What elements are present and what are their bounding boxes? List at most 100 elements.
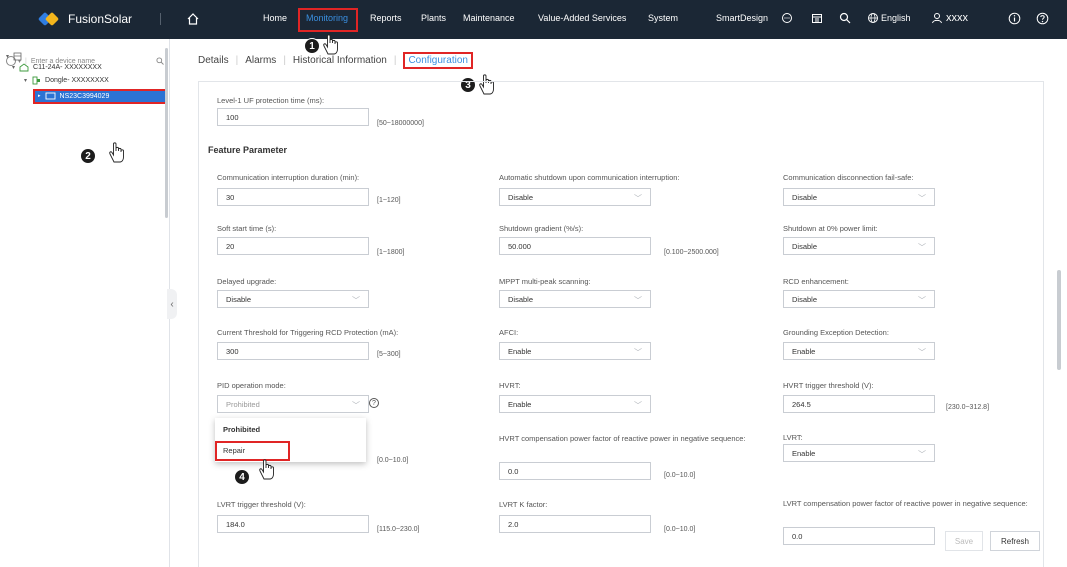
chevron-down-icon: ﹀ [634,401,642,410]
hvrt-select[interactable]: Enable ﹀ [499,395,651,413]
nav-system[interactable]: System [648,13,678,23]
chevron-right-icon[interactable]: ▸ [38,93,41,99]
chevron-down-icon: ﹀ [918,348,926,357]
mppt-scanning-select[interactable]: Disable ﹀ [499,290,651,308]
home-icon[interactable] [186,12,200,26]
language-selector[interactable]: English [881,13,911,23]
field-label: HVRT: [499,381,521,390]
tab-details[interactable]: Details [198,55,229,66]
help-icon[interactable] [1035,11,1049,25]
divider [160,13,161,25]
chevron-down-icon: ﹀ [918,450,926,459]
search-icon[interactable] [156,57,164,65]
field-label: AFCI: [499,328,519,337]
section-title: Feature Parameter [208,145,288,155]
search-icon[interactable] [838,11,852,25]
nav-home[interactable]: Home [263,13,287,23]
save-button[interactable]: Save [945,531,983,551]
username[interactable]: xxxx [946,12,968,24]
sidebar-scrollbar[interactable] [165,48,168,218]
tab-historical-information[interactable]: Historical Information [293,55,387,66]
tree-plant-label: C11-24A- XXXXXXXX [33,64,102,71]
nav-value-added-services[interactable]: Value-Added Services [538,13,626,23]
field-label: Delayed upgrade: [217,277,277,286]
shutdown-gradient-input[interactable]: 50.000 [499,237,651,255]
chevron-down-icon: ﹀ [918,243,926,252]
uf-protection-time-input[interactable]: 100 [217,108,369,126]
option-prohibited[interactable]: Prohibited [223,425,260,434]
repair-highlight-box [215,441,290,461]
calendar-icon[interactable] [810,11,824,25]
monitoring-highlight-box [298,8,358,32]
app-name: FusionSolar [68,12,133,26]
chat-icon[interactable] [780,11,794,25]
dongle-icon [32,76,41,85]
field-label: LVRT trigger threshold (V): [217,500,306,509]
tree-dongle[interactable]: ▾ Dongle- XXXXXXXX [24,76,109,85]
configuration-panel [198,81,1044,567]
field-label: LVRT: [783,433,803,442]
grounding-detection-select[interactable]: Enable ﹀ [783,342,935,360]
field-range: [115.0~230.0] [377,526,420,533]
field-label: Grounding Exception Detection: [783,328,889,337]
chevron-down-icon[interactable]: ▾ [12,64,15,71]
comm-fail-safe-select[interactable]: Disable ﹀ [783,188,935,206]
lvrt-compensation-input[interactable]: 0.0 [783,527,935,545]
auto-shutdown-select[interactable]: Disable ﹀ [499,188,651,206]
field-label: RCD enhancement: [783,277,849,286]
tree-inverter[interactable]: ▸ NS23C3994029 [38,92,109,100]
field-label: Shutdown at 0% power limit: [783,224,878,233]
info-icon[interactable] [1007,11,1021,25]
chevron-down-icon[interactable]: ▾ [6,53,9,60]
shutdown-zero-power-select[interactable]: Disable ﹀ [783,237,935,255]
hvrt-trigger-threshold-input[interactable]: 264.5 [783,395,935,413]
field-range: [5~300] [377,351,401,358]
lvrt-trigger-threshold-input[interactable]: 184.0 [217,515,369,533]
field-label: Communication disconnection fail-safe: [783,173,914,182]
rcd-enhancement-select[interactable]: Disable ﹀ [783,290,935,308]
user-icon[interactable] [930,11,944,25]
tree-root[interactable]: ▾ [6,52,22,61]
pointer-hand-icon [259,459,274,480]
field-label: Shutdown gradient (%/s): [499,224,584,233]
lvrt-k-factor-input[interactable]: 2.0 [499,515,651,533]
collapse-sidebar-button[interactable]: ‹ [167,289,177,319]
field-label: MPPT multi-peak scanning: [499,277,591,286]
tab-alarms[interactable]: Alarms [245,55,276,66]
field-label: Level-1 UF protection time (ms): [217,96,325,105]
afci-select[interactable]: Enable ﹀ [499,342,651,360]
nav-reports[interactable]: Reports [370,13,402,23]
app-logo[interactable]: FusionSolar [37,11,133,27]
device-tree-panel: ▾ | Enter a device name [0,39,170,567]
pid-operation-mode-select[interactable]: Prohibited ﹀ [217,395,369,413]
content-scrollbar[interactable] [1057,270,1061,370]
tab-configuration[interactable]: Configuration [403,51,473,69]
chevron-down-icon: ﹀ [918,296,926,305]
field-label: HVRT compensation power factor of reacti… [499,434,746,443]
chevron-up-icon: ﹀ [352,401,360,410]
chevron-down-icon[interactable]: ▾ [24,77,27,84]
step-badge-2: 2 [80,148,96,164]
comm-interruption-duration-input[interactable]: 30 [217,188,369,206]
field-label: LVRT compensation power factor of reacti… [783,499,1028,508]
building-icon [13,52,22,61]
hvrt-compensation-input[interactable]: 0.0 [499,462,651,480]
lvrt-select[interactable]: Enable ﹀ [783,444,935,462]
globe-icon[interactable] [866,11,880,25]
tree-inverter-label: NS23C3994029 [59,92,110,100]
field-label: LVRT K factor: [499,500,548,509]
tree-plant[interactable]: ▾ C11-24A- XXXXXXXX [12,63,102,72]
step-badge-4: 4 [234,469,250,485]
nav-maintenance[interactable]: Maintenance [463,13,515,23]
field-range: [0.0~10.0] [377,457,409,464]
field-range: [0.0~10.0] [664,526,696,533]
rcd-threshold-input[interactable]: 300 [217,342,369,360]
delayed-upgrade-select[interactable]: Disable ﹀ [217,290,369,308]
refresh-button[interactable]: Refresh [990,531,1040,551]
soft-start-time-input[interactable]: 20 [217,237,369,255]
nav-plants[interactable]: Plants [421,13,446,23]
smartdesign-link[interactable]: SmartDesign [716,13,768,23]
help-icon[interactable]: ? [369,398,379,408]
field-range: [0.100~2500.000] [664,249,719,256]
chevron-down-icon: ﹀ [918,194,926,203]
